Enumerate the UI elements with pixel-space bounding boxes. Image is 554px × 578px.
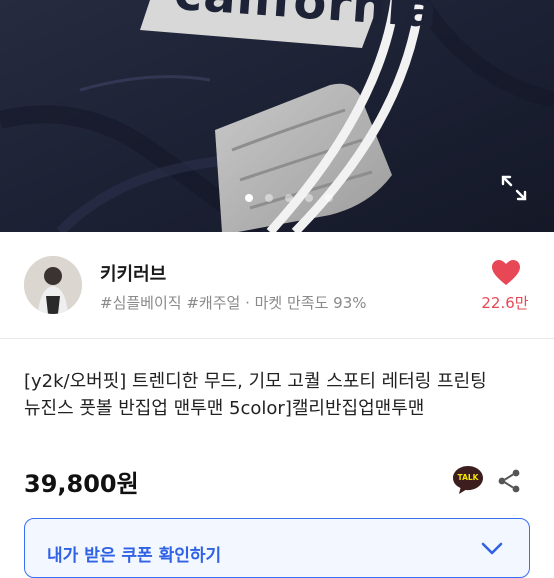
kakao-talk-button[interactable]: TALK (452, 465, 484, 495)
seller-name[interactable]: 키키러브 (100, 260, 166, 286)
avatar[interactable] (24, 256, 82, 314)
product-title: [y2k/오버핏] 트렌디한 무드, 기모 고퀄 스포티 레터링 프린팅 뉴진스… (24, 371, 487, 419)
coupon-check-button[interactable]: 내가 받은 쿠폰 확인하기 (24, 518, 530, 578)
seller-tags: #심플베이직 #캐주얼 · 마켓 만족도 93% (100, 294, 367, 312)
carousel-dot[interactable] (285, 194, 293, 202)
carousel-indicators (0, 194, 554, 204)
share-icon[interactable] (496, 468, 522, 494)
expand-icon[interactable] (500, 174, 528, 202)
carousel-dot[interactable] (245, 194, 253, 202)
talk-label: TALK (457, 473, 479, 482)
like-count: 22.6만 (481, 294, 529, 312)
product-price: 39,800원 (24, 470, 139, 498)
heart-icon[interactable] (492, 260, 520, 286)
chevron-down-icon (481, 541, 503, 555)
product-image[interactable]: california (0, 0, 554, 232)
divider (0, 338, 554, 339)
carousel-dot[interactable] (325, 194, 333, 202)
carousel-dot[interactable] (305, 194, 313, 202)
seller-row[interactable]: 키키러브 #심플베이직 #캐주얼 · 마켓 만족도 93% 22.6만 (0, 232, 554, 338)
carousel-dot[interactable] (265, 194, 273, 202)
